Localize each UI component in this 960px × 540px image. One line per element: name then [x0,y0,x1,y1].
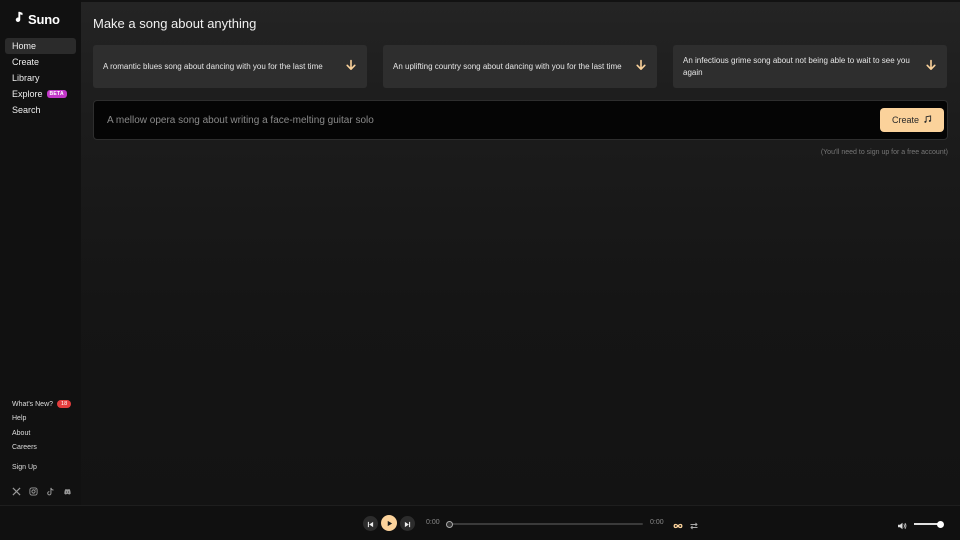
app-window: Suno Home Create Library Explore BETA Se… [0,0,960,540]
discord-icon[interactable] [63,483,72,495]
suno-logo[interactable]: Suno [12,10,60,28]
music-note-logo-icon [12,10,24,28]
volume-handle[interactable] [936,520,944,528]
create-button[interactable]: Create [880,108,944,132]
whats-new-label: What's New? [12,400,54,408]
suggestion-text: A romantic blues song about dancing with… [103,61,323,71]
arrow-down-icon [635,58,647,76]
suggestion-card[interactable]: A romantic blues song about dancing with… [93,45,367,88]
main-content: Make a song about anything A romantic bl… [81,2,960,505]
volume-slider[interactable] [914,520,944,528]
about-link[interactable]: About [12,426,78,441]
music-note-icon [923,114,932,126]
nav-item-label: Home [12,41,37,51]
nav-item-library[interactable]: Library [5,70,76,86]
whats-new-link[interactable]: What's New? 18 [12,397,78,412]
suggestion-card[interactable]: An uplifting country song about dancing … [383,45,657,88]
skip-forward-icon [404,515,411,533]
shuffle-icon[interactable] [689,518,699,530]
duration-time: 0:00 [650,519,664,526]
arrow-down-icon [345,58,357,76]
progress-slider[interactable] [446,520,643,528]
nav-item-label: Create [12,57,40,67]
tiktok-icon[interactable] [46,483,55,496]
sign-up-link[interactable]: Sign Up [12,460,78,475]
nav-item-label: Library [12,73,40,83]
current-time: 0:00 [426,519,440,526]
play-icon [386,514,393,532]
x-icon[interactable] [12,483,21,496]
nav-item-label: Search [12,105,41,115]
social-links [12,483,72,496]
play-button[interactable] [381,515,397,531]
suggestion-text: An infectious grime song about not being… [683,55,910,77]
next-track-button[interactable] [400,516,415,531]
progress-handle[interactable] [446,520,453,528]
volume-icon[interactable] [897,518,907,530]
page-title: Make a song about anything [93,16,257,31]
nav-item-create[interactable]: Create [5,54,76,70]
loop-icon[interactable] [673,518,683,529]
beta-badge: BETA [46,90,67,98]
careers-link[interactable]: Careers [12,441,78,456]
song-prompt-box: Create [93,100,948,140]
suggestion-text: An uplifting country song about dancing … [393,61,622,71]
nav-item-home[interactable]: Home [5,38,76,54]
nav-item-label: Explore [12,89,43,99]
previous-track-button[interactable] [363,516,378,531]
suggestion-card[interactable]: An infectious grime song about not being… [673,45,947,88]
song-prompt-input[interactable] [107,114,880,126]
whats-new-count-badge: 18 [57,400,72,409]
sidebar-footer: What's New? 18 Help About Careers Sign U… [12,397,78,475]
suggestion-cards: A romantic blues song about dancing with… [93,45,947,88]
instagram-icon[interactable] [29,483,38,496]
player-bar: 0:00 0:00 [0,505,960,540]
arrow-down-icon [925,58,937,76]
brand-name: Suno [28,11,60,27]
create-button-label: Create [891,115,919,125]
skip-back-icon [367,515,374,533]
sidebar: Suno Home Create Library Explore BETA Se… [0,0,81,505]
signup-note: (You'll need to sign up for a free accou… [820,149,948,156]
main-nav: Home Create Library Explore BETA Search [5,38,76,118]
help-link[interactable]: Help [12,412,78,427]
nav-item-explore[interactable]: Explore BETA [5,86,76,102]
nav-item-search[interactable]: Search [5,102,76,118]
